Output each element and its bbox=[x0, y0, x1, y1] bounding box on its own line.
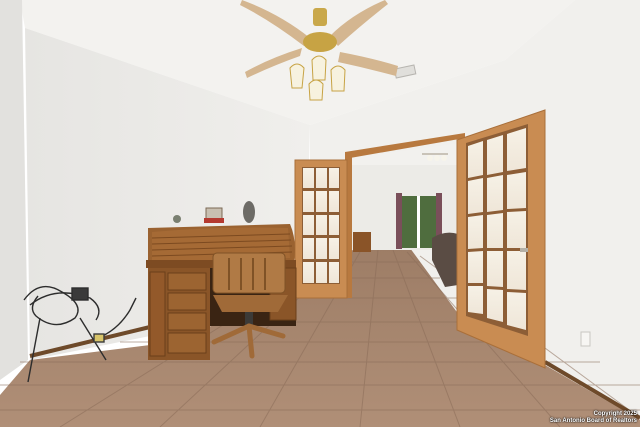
watermark-line-1: Copyright 2025 bbox=[593, 411, 637, 417]
left-french-door bbox=[294, 159, 348, 299]
room-photo: Copyright 2025 San Antonio Board of Real… bbox=[0, 0, 640, 427]
door-handle bbox=[520, 248, 528, 252]
copyright-watermark: Copyright 2025 San Antonio Board of Real… bbox=[550, 411, 637, 425]
room-illustration bbox=[0, 0, 640, 427]
hallway-cabinet bbox=[353, 232, 371, 252]
curtain-left bbox=[396, 193, 402, 249]
window-mullion bbox=[417, 196, 420, 248]
watermark-line-2: San Antonio Board of Realtors bbox=[549, 418, 637, 424]
corner-wall bbox=[0, 0, 28, 380]
wall-outlet bbox=[580, 331, 591, 347]
right-french-door bbox=[456, 109, 546, 369]
